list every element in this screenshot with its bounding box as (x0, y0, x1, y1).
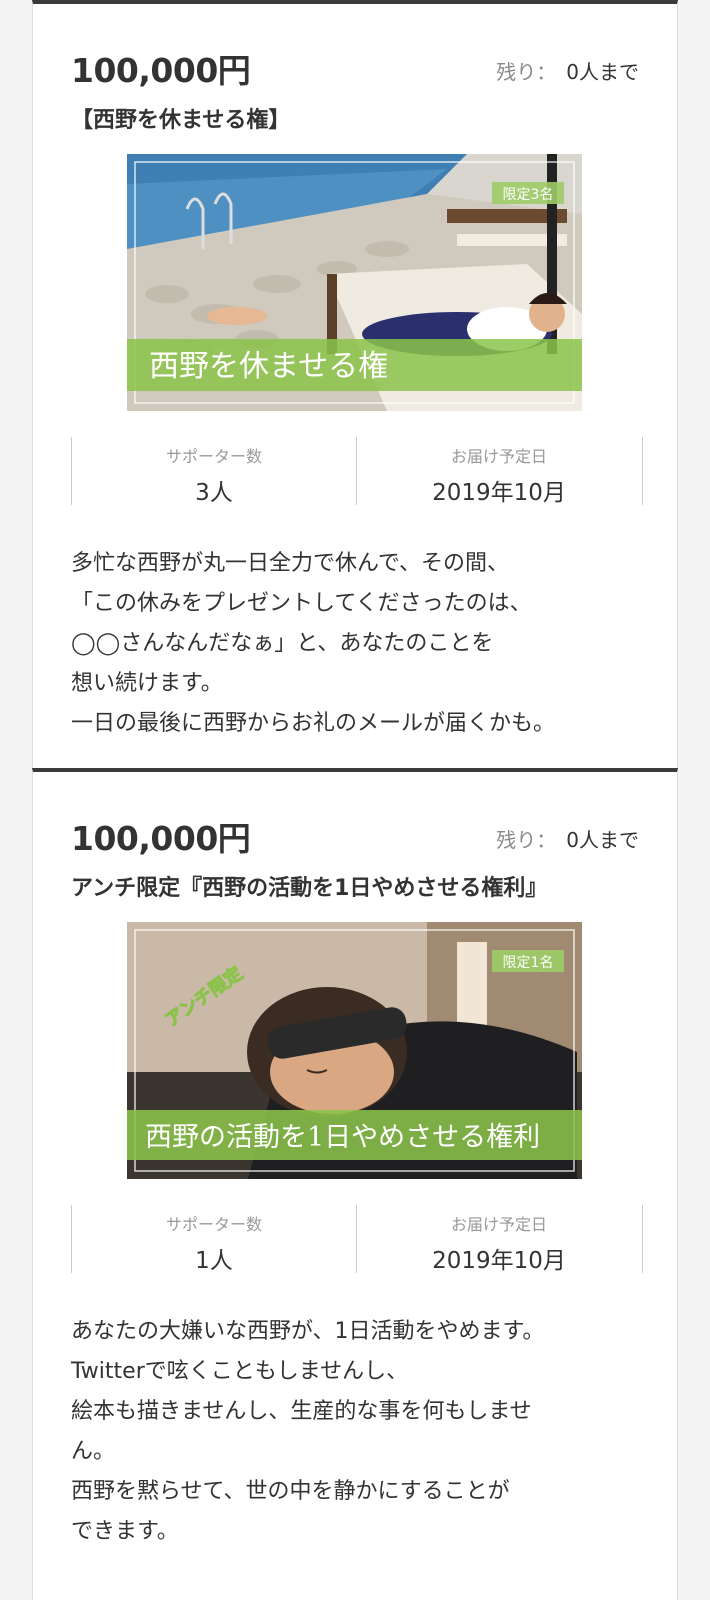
reward-badge: 限定1名 (503, 955, 554, 971)
reward-badge: 限定3名 (503, 187, 554, 203)
supporter-count: サポーター数 1人 (72, 1205, 356, 1274)
description-line: ん。 (71, 1439, 116, 1464)
remaining-count: 残り： 0人まで (496, 56, 639, 85)
reward-price: 100,000円 (71, 51, 251, 90)
description-line: 多忙な西野が丸一日全力で休んで、その間、 (71, 551, 510, 576)
description-line: 想い続けます。 (71, 671, 223, 696)
description-line: ◯◯さんなんだなぁ」と、あなたのことを (71, 631, 494, 656)
reward-title: アンチ限定『西野の活動を1日やめさせる権利』 (71, 876, 548, 901)
image-caption: 西野を休ませる権 (149, 349, 388, 384)
delivery-value: 2019年10月 (432, 1248, 566, 1274)
remaining-label: 残り： (496, 828, 557, 852)
supporters-label: サポーター数 (165, 447, 262, 466)
remaining-label: 残り： (496, 60, 557, 84)
reward-description: 多忙な西野が丸一日全力で休んで、その間、 「この休みをプレゼントしてくださったの… (71, 544, 651, 744)
delivery-date: お届け予定日 2019年10月 (356, 437, 641, 506)
reward-stats: サポーター数 1人 お届け予定日 2019年10月 (71, 1205, 643, 1274)
supporters-label: サポーター数 (165, 1215, 262, 1234)
delivery-label: お届け予定日 (450, 447, 547, 466)
supporters-value: 3人 (195, 480, 233, 506)
description-line: できます。 (71, 1519, 179, 1544)
supporter-count: サポーター数 3人 (72, 437, 356, 506)
description-line: 「この休みをプレゼントしてくださったのは、 (71, 591, 532, 616)
delivery-value: 2019年10月 (432, 480, 566, 506)
reward-card-1[interactable]: 100,000円 残り： 0人まで 【西野を休ませる権】 限定3名 西野を休ませ… (32, 0, 678, 768)
supporters-value: 1人 (195, 1248, 233, 1274)
reward-title: 【西野を休ませる権】 (71, 108, 291, 133)
remaining-value: 0人まで (566, 828, 639, 852)
reward-card-2[interactable]: 100,000円 残り： 0人まで アンチ限定『西野の活動を1日やめさせる権利』 … (32, 768, 678, 1600)
remaining-value: 0人まで (566, 60, 639, 84)
reward-price: 100,000円 (71, 819, 251, 858)
image-caption: 西野の活動を1日やめさせる権利 (145, 1122, 540, 1153)
delivery-date: お届け予定日 2019年10月 (356, 1205, 641, 1274)
reward-stats: サポーター数 3人 お届け予定日 2019年10月 (71, 437, 643, 506)
reward-image[interactable]: アンチ限定 限定1名 西野の活動を1日やめさせる権利 (127, 922, 582, 1179)
description-line: 絵本も描きませんし、生産的な事を何もしませ (71, 1399, 532, 1424)
reward-description: あなたの大嫌いな西野が、1日活動をやめます。 Twitterで呟くこともしません… (71, 1312, 651, 1552)
delivery-label: お届け予定日 (450, 1215, 547, 1234)
description-line: 西野を黙らせて、世の中を静かにすることが (71, 1479, 510, 1504)
description-line: 一日の最後に西野からお礼のメールが届くかも。 (71, 711, 556, 736)
remaining-count: 残り： 0人まで (496, 824, 639, 853)
reward-image[interactable]: 限定3名 西野を休ませる権 (127, 154, 582, 411)
description-line: あなたの大嫌いな西野が、1日活動をやめます。 (71, 1319, 545, 1344)
description-line: Twitterで呟くこともしませんし、 (71, 1359, 409, 1384)
